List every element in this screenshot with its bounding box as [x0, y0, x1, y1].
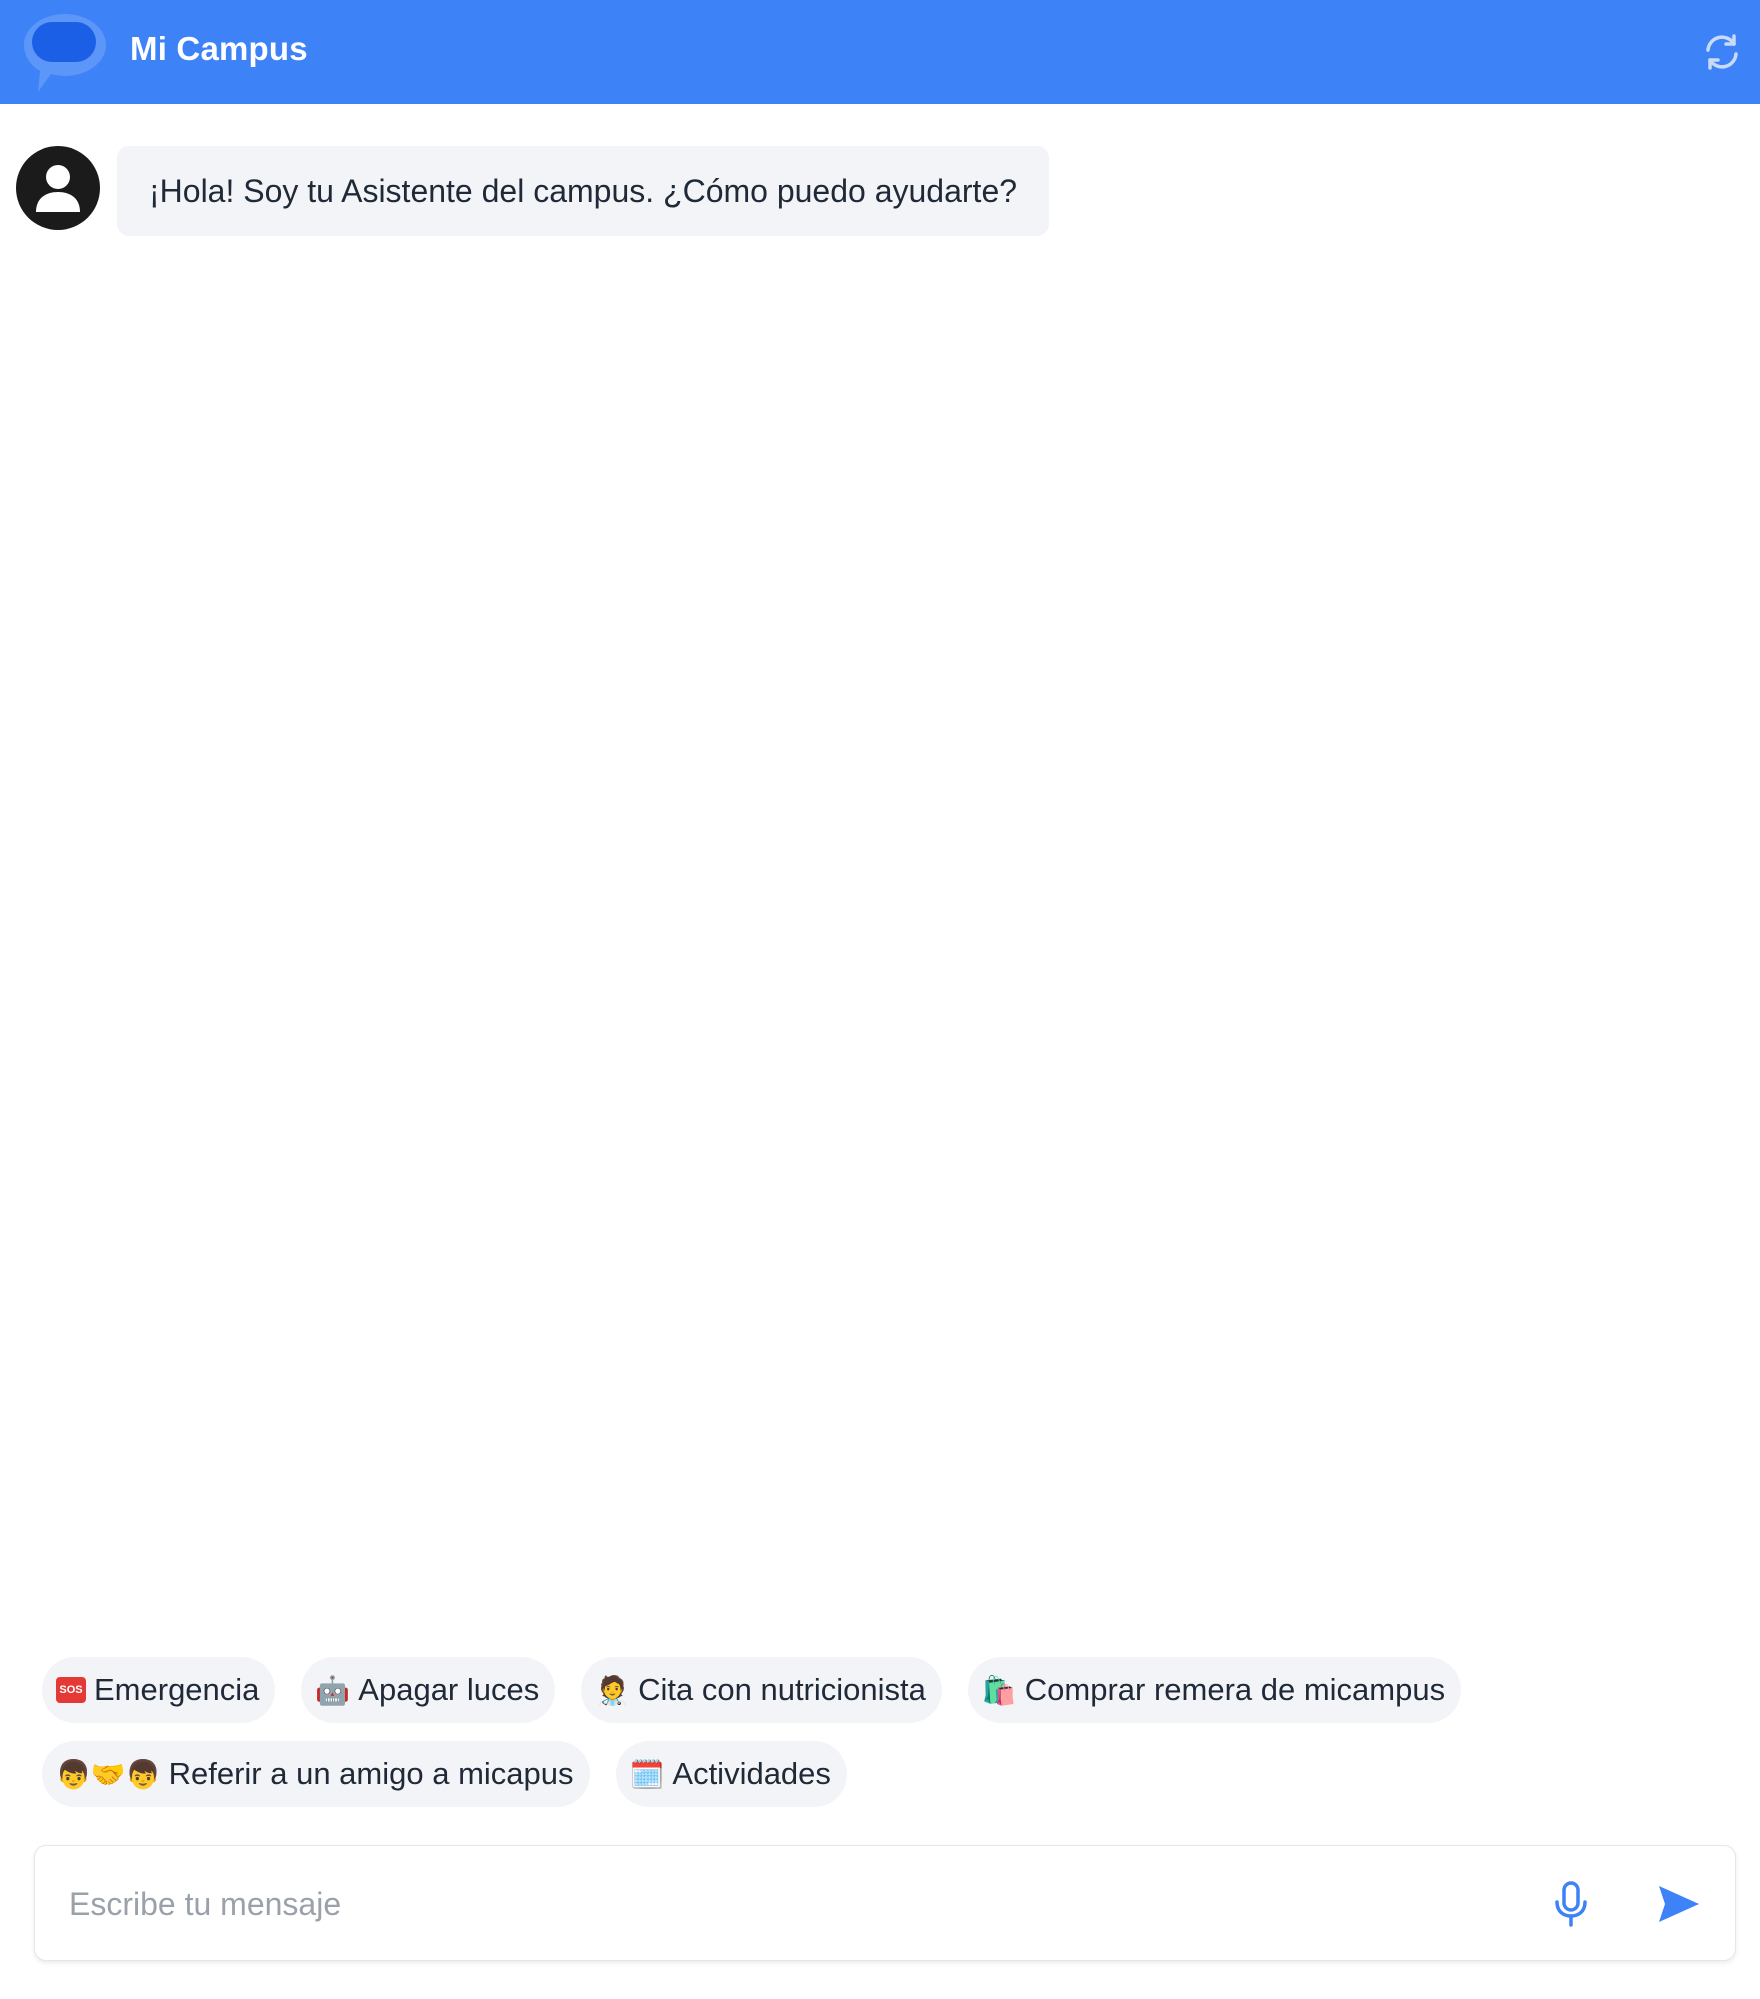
refresh-icon[interactable] — [1700, 30, 1744, 74]
handshake-icon: 👦🤝👦 — [56, 1757, 161, 1791]
chat-bubble-logo-icon — [24, 14, 106, 92]
health-worker-icon: 🧑‍⚕️ — [595, 1673, 631, 1707]
app-title: Mi Campus — [130, 30, 308, 67]
chat-app: Mi Campus ¡Hola! Soy tu Asistente del ca… — [0, 0, 1760, 1999]
user-avatar-icon — [16, 146, 100, 230]
message-input[interactable] — [67, 1872, 1521, 1936]
sos-icon: SOS — [56, 1677, 86, 1703]
quick-replies-row-1: SOS Emergencia 🤖 Apagar luces 🧑‍⚕️ Cita … — [42, 1657, 1742, 1723]
robot-icon: 🤖 — [315, 1673, 351, 1707]
quick-reply-label: Emergencia — [94, 1672, 260, 1707]
quick-reply-cita-nutricionista[interactable]: 🧑‍⚕️ Cita con nutricionista — [581, 1657, 942, 1723]
microphone-icon[interactable] — [1545, 1878, 1597, 1930]
quick-replies-row-2: 👦🤝👦 Referir a un amigo a micapus 🗓️ Acti… — [42, 1741, 1742, 1807]
bot-message: ¡Hola! Soy tu Asistente del campus. ¿Cóm… — [16, 146, 1050, 236]
quick-reply-label: Comprar remera de micampus — [1024, 1672, 1446, 1707]
quick-replies: SOS Emergencia 🤖 Apagar luces 🧑‍⚕️ Cita … — [42, 1657, 1742, 1825]
quick-reply-actividades[interactable]: 🗓️ Actividades — [615, 1741, 847, 1807]
message-composer — [34, 1845, 1736, 1961]
header-bar: Mi Campus — [0, 0, 1760, 104]
quick-reply-apagar-luces[interactable]: 🤖 Apagar luces — [301, 1657, 556, 1723]
send-icon[interactable] — [1655, 1880, 1703, 1928]
quick-reply-comprar-remera[interactable]: 🛍️ Comprar remera de micampus — [967, 1657, 1462, 1723]
shopping-bags-icon: 🛍️ — [981, 1673, 1017, 1707]
quick-reply-label: Cita con nutricionista — [638, 1672, 926, 1707]
quick-reply-label: Referir a un amigo a micapus — [168, 1756, 574, 1791]
quick-reply-label: Actividades — [672, 1756, 831, 1791]
message-bubble: ¡Hola! Soy tu Asistente del campus. ¿Cóm… — [117, 146, 1050, 236]
quick-reply-emergencia[interactable]: SOS Emergencia — [42, 1657, 276, 1723]
quick-reply-label: Apagar luces — [358, 1672, 540, 1707]
calendar-icon: 🗓️ — [629, 1757, 665, 1791]
quick-reply-referir-amigo[interactable]: 👦🤝👦 Referir a un amigo a micapus — [42, 1741, 590, 1807]
